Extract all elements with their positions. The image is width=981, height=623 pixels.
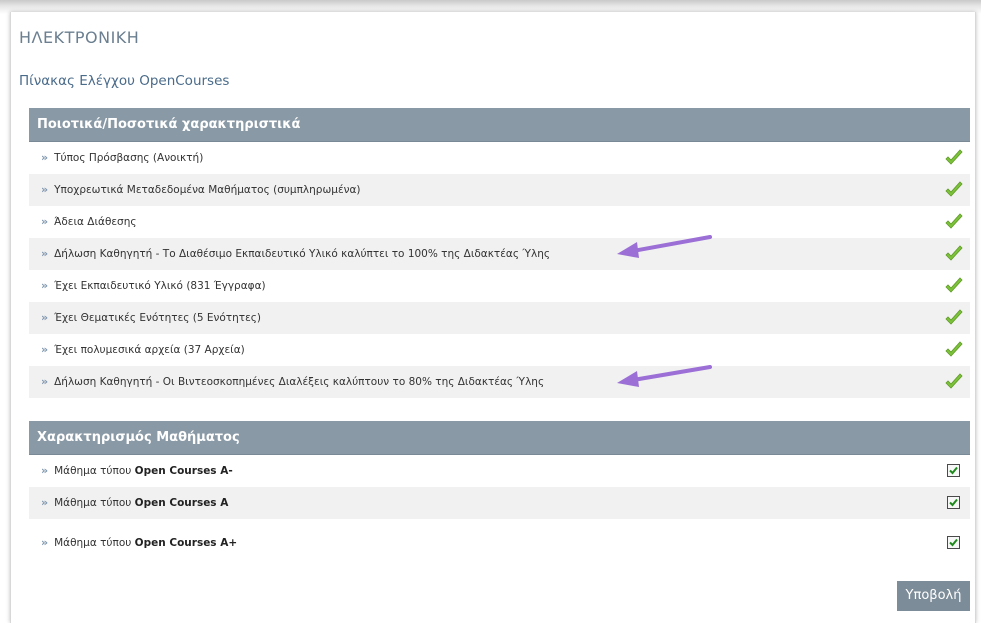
page-title: ΗΛΕΚΤΡΟΝΙΚΗ xyxy=(19,28,140,47)
check-icon xyxy=(945,373,963,389)
course-type-prefix: Μάθημα τύπου xyxy=(54,465,132,477)
bullet-icon: » xyxy=(41,279,49,292)
bullet-icon: » xyxy=(41,343,49,356)
criteria-row: » Έχει πολυμεσικά αρχεία (37 Αρχεία) xyxy=(29,334,970,366)
check-icon xyxy=(945,277,963,293)
criteria-label: Άδεια Διάθεσης xyxy=(54,216,137,228)
annotation-arrow-icon xyxy=(617,235,712,258)
criteria-row: » Άδεια Διάθεσης xyxy=(29,206,970,238)
bullet-icon: » xyxy=(41,151,49,164)
course-type-prefix: Μάθημα τύπου xyxy=(54,497,132,509)
check-icon xyxy=(945,149,963,165)
criteria-row: » Τύπος Πρόσβασης (Ανοικτή) xyxy=(29,142,970,174)
bullet-icon: » xyxy=(41,215,49,228)
criteria-row: » Υποχρεωτικά Μεταδεδομένα Μαθήματος (συμ… xyxy=(29,174,970,206)
bullet-icon: » xyxy=(41,183,49,196)
bullet-icon: » xyxy=(41,496,49,509)
criteria-row: » Δήλωση Καθηγητή - Οι Βιντεοσκοπημένες Δ… xyxy=(29,366,970,398)
course-type-row: » Μάθημα τύπου Open Courses A+ xyxy=(29,527,970,559)
criteria-row: » Έχει Εκπαιδευτικό Υλικό (831 Έγγραφα) xyxy=(29,270,970,302)
bullet-icon: » xyxy=(41,536,49,549)
course-type-name: Open Courses A+ xyxy=(134,537,238,549)
criteria-label: Δήλωση Καθηγητή - Οι Βιντεοσκοπημένες Δι… xyxy=(54,376,545,388)
criteria-label: Υποχρεωτικά Μεταδεδομένα Μαθήματος (συμπ… xyxy=(54,184,361,196)
criteria-row: » Έχει Θεματικές Ενότητες (5 Ενότητες) xyxy=(29,302,970,334)
course-type-name: Open Courses A xyxy=(134,497,229,509)
criteria-label: Τύπος Πρόσβασης (Ανοικτή) xyxy=(54,152,204,164)
bullet-icon: » xyxy=(41,247,49,260)
section-header-quality: Ποιοτικά/Ποσοτικά χαρακτηριστικά xyxy=(29,108,970,142)
bullet-icon: » xyxy=(41,311,49,324)
criteria-label: Έχει πολυμεσικά αρχεία (37 Αρχεία) xyxy=(54,344,245,356)
criteria-label: Έχει Θεματικές Ενότητες (5 Ενότητες) xyxy=(54,312,262,324)
course-type-checkbox[interactable] xyxy=(947,496,960,509)
course-type-checkbox[interactable] xyxy=(947,536,960,549)
course-type-row: » Μάθημα τύπου Open Courses A xyxy=(29,487,970,519)
bullet-icon: » xyxy=(41,375,49,388)
check-icon xyxy=(945,245,963,261)
page-subtitle: Πίνακας Ελέγχου OpenCourses xyxy=(19,73,230,89)
course-type-prefix: Μάθημα τύπου xyxy=(54,537,132,549)
submit-button[interactable]: Υποβολή xyxy=(897,581,970,611)
criteria-label: Δήλωση Καθηγητή - Το Διαθέσιμο Εκπαιδευτ… xyxy=(54,248,551,260)
annotation-arrow-icon xyxy=(617,365,712,387)
check-icon xyxy=(945,213,963,229)
criteria-label: Έχει Εκπαιδευτικό Υλικό (831 Έγγραφα) xyxy=(54,280,266,292)
criteria-row: » Δήλωση Καθηγητή - Το Διαθέσιμο Εκπαιδευ… xyxy=(29,238,970,270)
course-type-row: » Μάθημα τύπου Open Courses A- xyxy=(29,455,970,487)
bullet-icon: » xyxy=(41,464,49,477)
check-icon xyxy=(945,181,963,197)
check-icon xyxy=(945,309,963,325)
course-type-name: Open Courses A- xyxy=(134,465,233,477)
section-header-course-type: Χαρακτηρισμός Μαθήματος xyxy=(29,421,970,455)
course-type-checkbox[interactable] xyxy=(947,464,960,477)
check-icon xyxy=(945,341,963,357)
